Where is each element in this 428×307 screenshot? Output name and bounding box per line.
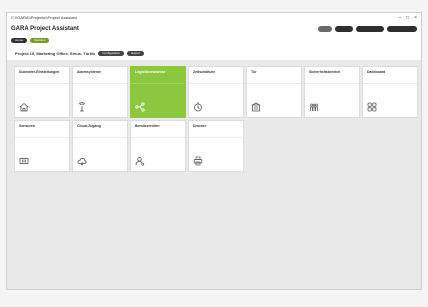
grid-icon [367, 102, 377, 112]
tile-cloud[interactable]: Cloud-Zugang [72, 120, 128, 172]
tile-divider [15, 83, 69, 84]
export-button[interactable]: Export [127, 50, 144, 56]
tile-divider [189, 83, 243, 84]
header-buttons [318, 26, 417, 32]
project-bar: Project 15, Marketing Office, Sirius, Tü… [7, 46, 421, 60]
app-window: C:\\GARA\\Projects\\Project Assistant – … [6, 12, 422, 290]
header-button-4[interactable] [387, 26, 417, 32]
close-button[interactable]: × [414, 15, 417, 21]
title-bar: C:\\GARA\\Projects\\Project Assistant – … [7, 13, 421, 22]
cloud-icon [77, 156, 87, 166]
tile-submeter[interactable]: Submeter-Einstellungen [14, 66, 70, 118]
tile-printer[interactable]: Drucker [188, 120, 244, 172]
header-button-1[interactable] [318, 26, 332, 32]
project-label: Project 15, Marketing Office, Sirius, Tü… [15, 50, 96, 56]
tile-label: Benutzerrollen [135, 124, 160, 128]
tile-divider [131, 83, 185, 84]
tab-modules[interactable]: Modules [30, 37, 50, 43]
user-icon [135, 156, 145, 166]
tile-dashboard[interactable]: Dashboard [362, 66, 418, 118]
tile-door[interactable]: Tür [246, 66, 302, 118]
tile-logistics[interactable]: Logistiknetzwerke [130, 66, 186, 118]
tile-user-roles[interactable]: Benutzerrollen [130, 120, 186, 172]
tile-divider [189, 137, 243, 138]
header-button-2[interactable] [335, 26, 353, 32]
sensor-icon [19, 156, 29, 166]
tile-label: Sensoren [19, 124, 35, 128]
clock-icon [193, 102, 203, 112]
tile-label: Submeter-Einstellungen [19, 70, 60, 74]
tile-divider [363, 83, 417, 84]
printer-icon [193, 156, 203, 166]
tile-sensors[interactable]: Sensoren [14, 120, 70, 172]
tile-label: Dashboard [367, 70, 386, 74]
tab-row: Home Modules [7, 36, 421, 44]
network-icon [135, 102, 145, 112]
module-grid: Submeter-Einstellungen Alarmsysteme Logi… [14, 66, 418, 172]
app-header: GARA Project Assistant [7, 22, 421, 36]
app-title: GARA Project Assistant [11, 26, 79, 32]
tile-divider [247, 83, 301, 84]
tile-divider [131, 137, 185, 138]
window-title: C:\\GARA\\Projects\\Project Assistant [11, 15, 78, 20]
tile-label: Cloud-Zugang [77, 124, 101, 128]
tile-divider [73, 83, 127, 84]
tile-alarm[interactable]: Alarmsysteme [72, 66, 128, 118]
tile-divider [73, 137, 127, 138]
tile-security-area[interactable]: Sicherheitsbereich [304, 66, 360, 118]
main-area: Project 15, Marketing Office, Sirius, Tü… [7, 46, 421, 289]
door-icon [251, 102, 261, 112]
tab-home[interactable]: Home [11, 37, 28, 43]
people-icon [309, 102, 319, 112]
house-icon [19, 102, 29, 112]
tile-divider [305, 83, 359, 84]
maximize-button[interactable]: □ [406, 15, 409, 21]
tile-divider [15, 137, 69, 138]
tile-label: Sicherheitsbereich [309, 70, 341, 74]
window-controls: – □ × [398, 15, 417, 21]
tile-label: Alarmsysteme [77, 70, 101, 74]
minimize-button[interactable]: – [398, 15, 401, 21]
tile-label: Logistiknetzwerke [135, 70, 166, 74]
header-button-3[interactable] [356, 26, 384, 32]
antenna-icon [77, 102, 87, 112]
configuration-button[interactable]: Configuration [98, 50, 125, 56]
tile-label: Zeitschaltuhr [193, 70, 215, 74]
tile-label: Drucker [193, 124, 207, 128]
tile-timer[interactable]: Zeitschaltuhr [188, 66, 244, 118]
tile-label: Tür [251, 70, 257, 74]
